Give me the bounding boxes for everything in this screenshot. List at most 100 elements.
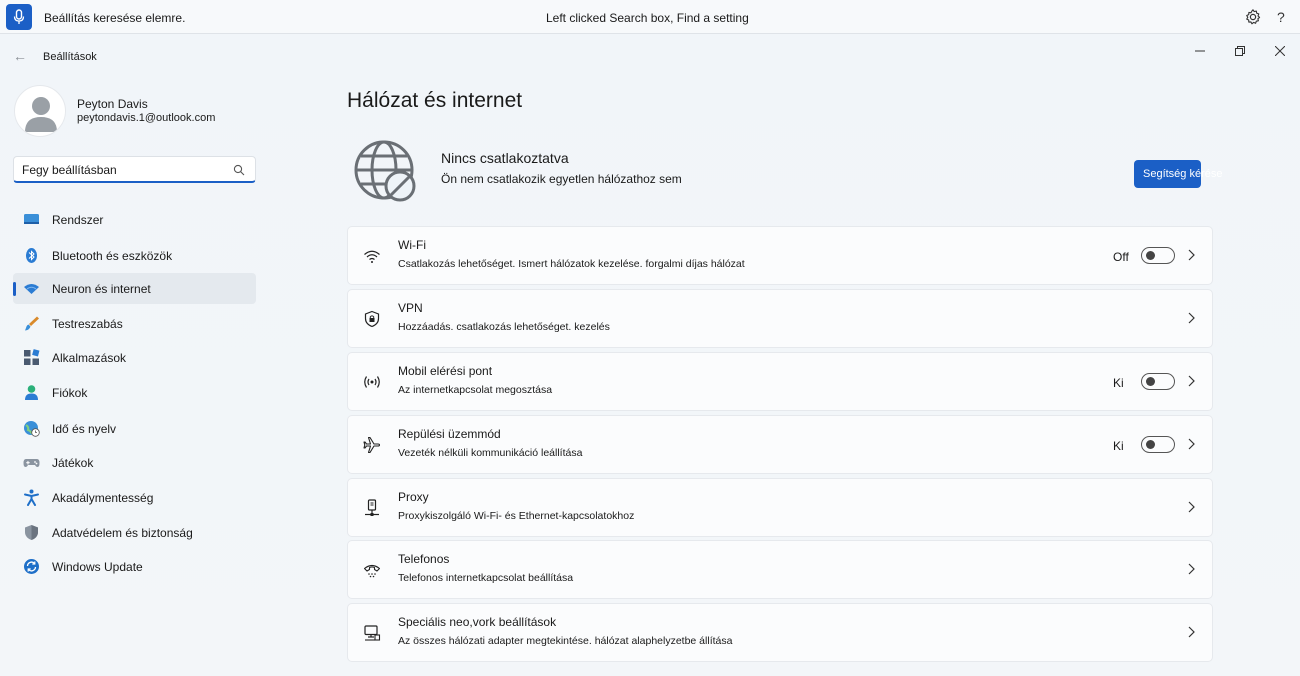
sidebar-item-bluetooth[interactable]: Bluetooth és eszközök xyxy=(13,240,256,271)
card-description: Proxykiszolgáló Wi-Fi- és Ethernet-kapcs… xyxy=(398,510,635,522)
card-title: Telefonos xyxy=(398,552,450,566)
gear-icon[interactable] xyxy=(1244,8,1262,26)
sidebar-item-label: Windows Update xyxy=(52,560,143,574)
card-description: Csatlakozás lehetőséget. Ismert hálózato… xyxy=(398,258,745,270)
card-title: Speciális neo,vork beállítások xyxy=(398,615,557,629)
settings-window: ← Beállítások Peyton Davis peytondavis.1… xyxy=(0,34,1300,676)
user-email: peytondavis.1@outlook.com xyxy=(77,112,216,124)
gamepad-icon xyxy=(23,459,40,467)
dialup-icon xyxy=(363,564,381,578)
sidebar-item-privacy-security[interactable]: Adatvédelem és biztonság xyxy=(13,517,256,548)
minimize-button[interactable] xyxy=(1189,40,1211,62)
person-icon xyxy=(25,385,38,400)
connection-status-title: Nincs csatlakoztatva xyxy=(441,150,569,166)
sidebar-item-label: Testreszabás xyxy=(52,317,123,331)
mobile-hotspot-toggle[interactable] xyxy=(1141,373,1175,390)
sidebar-item-accounts[interactable]: Fiókok xyxy=(13,377,256,408)
connection-status-subtitle: Ön nem csatlakozik egyetlen hálózathoz s… xyxy=(441,172,682,186)
sidebar-item-label: Játékok xyxy=(52,456,94,470)
shield-icon xyxy=(25,525,38,540)
user-silhouette-icon xyxy=(25,97,57,132)
setting-card-vpn[interactable]: VPN Hozzáadás. csatlakozás lehetőséget. … xyxy=(347,289,1213,348)
chevron-right-icon xyxy=(1188,312,1195,324)
search-box[interactable] xyxy=(13,156,256,183)
setting-card-mobile-hotspot[interactable]: Mobil elérési pont Az internetkapcsolat … xyxy=(347,352,1213,411)
sidebar-item-windows-update[interactable]: Windows Update xyxy=(13,551,256,582)
sidebar-item-time-language[interactable]: Idő és nyelv xyxy=(13,413,256,444)
airplane-mode-toggle[interactable] xyxy=(1141,436,1175,453)
card-description: Az internetkapcsolat megosztása xyxy=(398,384,553,396)
chevron-right-icon xyxy=(1188,626,1195,638)
sidebar-item-label: Neuron és internet xyxy=(52,282,151,296)
setting-card-dial-up[interactable]: Telefonos Telefonos internetkapcsolat be… xyxy=(347,540,1213,599)
hotspot-icon xyxy=(364,376,380,388)
wifi-toggle[interactable] xyxy=(1141,247,1175,264)
help-icon[interactable]: ? xyxy=(1277,9,1285,25)
sidebar-item-personalization[interactable]: Testreszabás xyxy=(13,308,256,339)
card-title: Proxy xyxy=(398,490,429,504)
update-icon xyxy=(24,559,39,574)
chevron-right-icon xyxy=(1188,501,1195,513)
sidebar-item-apps[interactable]: Alkalmazások xyxy=(13,342,256,373)
search-input[interactable] xyxy=(22,161,222,179)
restore-icon xyxy=(1235,46,1245,56)
globe-clock-icon xyxy=(24,421,40,437)
toggle-knob xyxy=(1146,251,1155,260)
back-arrow-icon[interactable]: ← xyxy=(13,48,27,64)
vpn-shield-icon xyxy=(364,310,380,328)
sidebar-item-label: Rendszer xyxy=(52,213,104,227)
user-name: Peyton Davis xyxy=(77,97,148,111)
restore-button[interactable] xyxy=(1229,40,1251,62)
wifi-icon xyxy=(364,250,380,263)
page-title: Hálózat és internet xyxy=(347,89,523,112)
chevron-right-icon xyxy=(1188,563,1195,575)
accessibility-icon xyxy=(24,489,39,506)
card-title: Wi-Fi xyxy=(398,238,426,252)
app-title: Beállítások xyxy=(43,51,97,63)
apps-icon xyxy=(24,349,40,365)
toggle-state-label: Ki xyxy=(1113,376,1124,390)
sidebar-item-gaming[interactable]: Játékok xyxy=(13,447,256,478)
chevron-right-icon xyxy=(1188,375,1195,387)
sidebar-item-rendszer[interactable]: Rendszer xyxy=(13,204,256,235)
voice-access-bar: Beállítás keresése elemre. Left clicked … xyxy=(0,0,1300,34)
brush-icon xyxy=(25,316,39,331)
sidebar-item-label: Idő és nyelv xyxy=(52,422,117,436)
chevron-right-icon xyxy=(1188,438,1195,450)
setting-card-advanced-network[interactable]: Speciális neo,vork beállítások Az összes… xyxy=(347,603,1213,662)
close-button[interactable] xyxy=(1269,40,1291,62)
card-description: Vezeték nélküli kommunikáció leállítása xyxy=(398,447,583,459)
minimize-icon xyxy=(1195,50,1205,52)
setting-card-proxy[interactable]: Proxy Proxykiszolgáló Wi-Fi- és Ethernet… xyxy=(347,478,1213,537)
globe-disconnected-icon xyxy=(354,140,416,202)
voice-status-text: Left clicked Search box, Find a setting xyxy=(546,11,749,25)
avatar[interactable] xyxy=(14,85,66,137)
sidebar-item-label: Akadálymentesség xyxy=(52,491,154,505)
card-title: VPN xyxy=(398,301,423,315)
close-icon xyxy=(1275,46,1285,56)
setting-card-airplane-mode[interactable]: Repülési üzemmód Vezeték nélküli kommuni… xyxy=(347,415,1213,474)
get-help-button[interactable]: Segítség kérése xyxy=(1134,160,1223,188)
monitor-icon xyxy=(24,214,39,224)
toggle-state-label: Ki xyxy=(1113,439,1124,453)
microphone-button[interactable] xyxy=(6,4,32,30)
setting-card-wifi[interactable]: Wi-Fi Csatlakozás lehetőséget. Ismert há… xyxy=(347,226,1213,285)
voice-prompt-text: Beállítás keresése elemre. xyxy=(44,11,186,25)
airplane-icon xyxy=(363,436,381,454)
card-description: Hozzáadás. csatlakozás lehetőséget. keze… xyxy=(398,321,610,333)
bluetooth-icon xyxy=(26,248,37,263)
sidebar-item-network[interactable]: Neuron és internet xyxy=(13,273,256,304)
toggle-knob xyxy=(1146,377,1155,386)
active-indicator xyxy=(13,282,16,296)
sidebar-item-label: Adatvédelem és biztonság xyxy=(52,526,193,540)
search-icon[interactable] xyxy=(233,164,245,176)
network-pc-icon xyxy=(364,625,381,641)
proxy-icon xyxy=(365,499,379,516)
sidebar-item-label: Fiókok xyxy=(52,386,88,400)
microphone-icon xyxy=(13,9,25,24)
card-title: Repülési üzemmód xyxy=(398,427,501,441)
toggle-state-label: Off xyxy=(1113,250,1129,264)
chevron-right-icon xyxy=(1188,249,1195,261)
sidebar-item-accessibility[interactable]: Akadálymentesség xyxy=(13,482,256,513)
card-description: Az összes hálózati adapter megtekintése.… xyxy=(398,635,733,647)
